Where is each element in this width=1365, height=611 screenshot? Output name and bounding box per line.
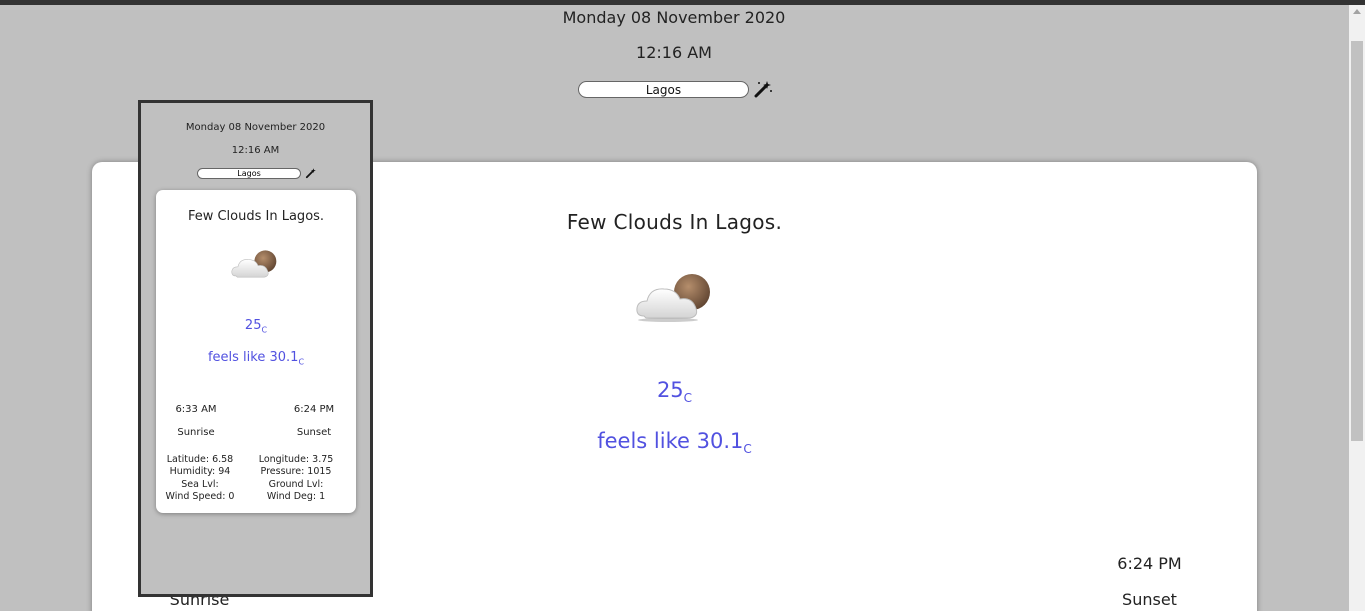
preview-feels-like-unit: C xyxy=(298,357,305,367)
preview-temperature: 25C xyxy=(156,318,356,335)
preview-sea-level: Sea Lvl: xyxy=(181,478,219,490)
temperature-value: 25 xyxy=(656,378,684,402)
current-time: 12:16 AM xyxy=(636,43,712,62)
scroll-up-icon[interactable] xyxy=(1353,9,1361,14)
preview-ground-level: Ground Lvl: xyxy=(268,478,324,490)
preview-sunset-time: 6:24 PM xyxy=(293,404,335,415)
browser-top-edge xyxy=(0,0,1365,5)
preview-humidity: Humidity: 94 xyxy=(169,466,231,478)
preview-feels-like: feels like 30.1C xyxy=(156,350,356,367)
temperature-unit: C xyxy=(683,391,693,406)
current-date: Monday 08 November 2020 xyxy=(562,8,786,27)
city-search-input[interactable] xyxy=(578,81,749,98)
preview-pressure: Pressure: 1015 xyxy=(260,466,332,478)
preview-longitude: Longitude: 3.75 xyxy=(258,454,334,465)
feels-like-unit: C xyxy=(743,442,752,457)
preview-feels-like-value: feels like 30.1 xyxy=(207,350,299,365)
preview-few-clouds-night-icon xyxy=(231,250,277,278)
magic-wand-icon[interactable] xyxy=(753,79,773,99)
preview-sunset-label: Sunset xyxy=(296,427,332,438)
feels-like-value: feels like 30.1 xyxy=(597,429,744,453)
preview-wind-speed: Wind Speed: 0 xyxy=(165,491,235,503)
preview-sunrise-label: Sunrise xyxy=(177,427,215,438)
preview-weather-card: Few Clouds In Lagos. 25C feels like 30.1… xyxy=(156,190,356,513)
scrollbar-thumb[interactable] xyxy=(1351,41,1363,441)
preview-date: Monday 08 November 2020 xyxy=(185,122,326,133)
few-clouds-night-icon xyxy=(636,274,710,322)
preview-time: 12:16 AM xyxy=(231,145,280,156)
sunset-label: Sunset xyxy=(1122,590,1177,609)
preview-sunrise-time: 6:33 AM xyxy=(175,404,217,415)
page-scrollbar[interactable] xyxy=(1349,5,1365,611)
preview-wind-deg: Wind Deg: 1 xyxy=(266,491,326,503)
preview-city-input[interactable] xyxy=(197,168,301,179)
preview-weather-description: Few Clouds In Lagos. xyxy=(187,209,325,224)
sunset-time: 6:24 PM xyxy=(1117,554,1182,573)
mobile-preview-frame: Monday 08 November 2020 12:16 AM Few Clo… xyxy=(138,100,373,597)
preview-magic-wand-icon[interactable] xyxy=(305,167,317,179)
preview-stats: Latitude: 6.58 Longitude: 3.75 Humidity: … xyxy=(158,454,354,504)
preview-latitude: Latitude: 6.58 xyxy=(166,454,234,465)
preview-temperature-value: 25 xyxy=(244,318,262,333)
preview-temperature-unit: C xyxy=(261,325,268,335)
